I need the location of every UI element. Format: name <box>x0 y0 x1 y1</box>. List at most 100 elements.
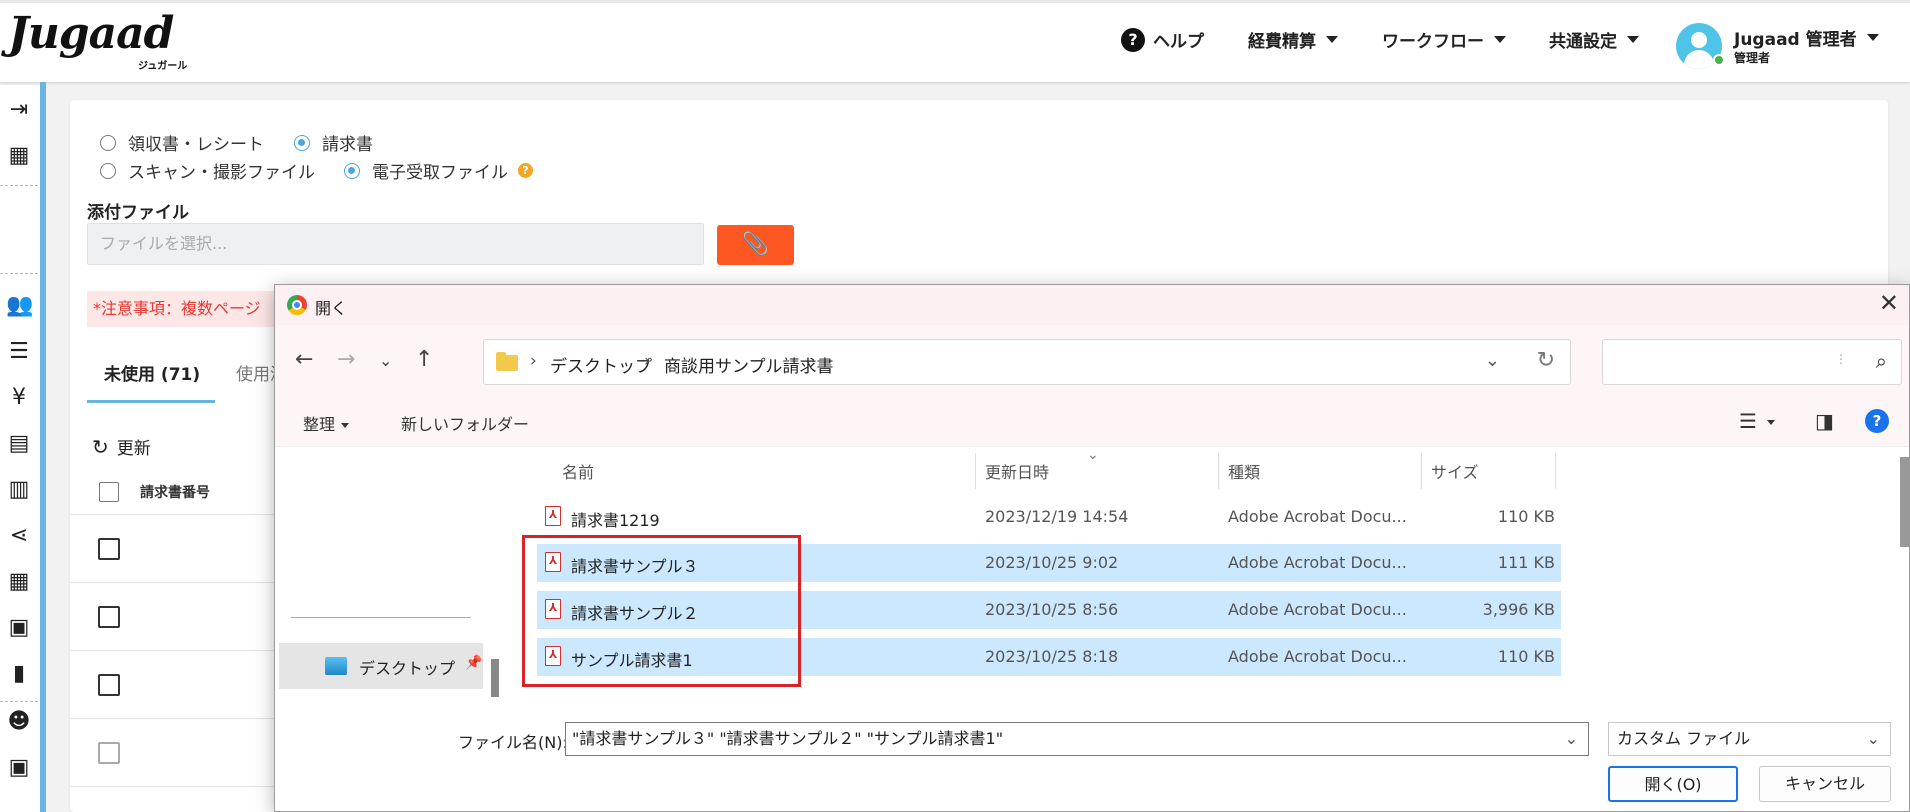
row-checkbox[interactable] <box>98 538 120 560</box>
support-icon[interactable]: ☻ <box>6 709 32 735</box>
column-size[interactable]: サイズ <box>1431 459 1479 483</box>
search-input[interactable]: ⋮ ⌕ <box>1602 339 1902 385</box>
wallet-icon[interactable]: ▣ <box>6 755 32 781</box>
filetype-select[interactable]: カスタム ファイル ⌄ <box>1608 722 1891 756</box>
radio-button[interactable] <box>100 162 116 179</box>
sidebar-divider <box>0 185 38 186</box>
column-separator[interactable] <box>1555 453 1556 489</box>
nav-expense[interactable]: 経費精算 <box>1248 27 1338 52</box>
file-input[interactable]: ファイルを選択... <box>87 223 704 265</box>
column-separator[interactable] <box>975 453 976 489</box>
breadcrumb-folder[interactable]: 商談用サンプル請求書 <box>664 352 834 377</box>
table-icon[interactable]: ▦ <box>6 569 32 595</box>
file-date: 2023/10/25 8:56 <box>985 600 1119 619</box>
back-arrow-icon[interactable]: ← <box>295 347 313 372</box>
more-icon: ⋮ <box>1835 352 1847 366</box>
menu-toggle-icon[interactable]: ⇥ <box>6 97 32 123</box>
document-icon[interactable]: ▥ <box>6 477 32 503</box>
file-type: Adobe Acrobat Docu... <box>1228 600 1407 619</box>
building-icon[interactable]: ▦ <box>6 143 32 169</box>
yen-icon[interactable]: ¥ <box>6 385 32 411</box>
view-options-icon[interactable]: ☰ <box>1739 409 1775 433</box>
refresh-icon[interactable]: ↻ <box>1537 348 1555 373</box>
refresh-button[interactable]: ↻ 更新 <box>92 434 151 460</box>
sidebar-divider <box>0 273 38 274</box>
cancel-button[interactable]: キャンセル <box>1759 766 1891 802</box>
row-divider <box>70 786 275 787</box>
radio-button-selected[interactable] <box>344 162 360 179</box>
book-icon[interactable]: ▣ <box>6 615 32 641</box>
logo-text: Jugaad <box>8 8 174 59</box>
column-type[interactable]: 種類 <box>1228 459 1260 483</box>
user-role: 管理者 <box>1734 51 1771 65</box>
pin-icon[interactable]: 📌 <box>465 655 482 671</box>
forward-arrow-icon[interactable]: → <box>337 347 355 372</box>
chevron-down-icon[interactable]: ⌄ <box>1565 723 1578 755</box>
folder-icon <box>496 352 518 371</box>
breadcrumb-desktop[interactable]: デスクトップ <box>550 352 652 377</box>
chevron-down-icon: ⌄ <box>1866 729 1880 748</box>
pdf-icon: ⅄ <box>545 506 561 526</box>
radio-scan[interactable]: スキャン・撮影ファイル <box>100 158 315 183</box>
file-type: Adobe Acrobat Docu... <box>1228 647 1407 666</box>
organize-label: 整理 <box>303 415 336 434</box>
column-date[interactable]: 更新日時 <box>985 459 1049 483</box>
file-list-scrollbar[interactable] <box>1900 457 1910 547</box>
column-separator[interactable] <box>1421 453 1422 489</box>
help-label: ヘルプ <box>1153 32 1204 52</box>
user-menu[interactable]: Jugaad 管理者 <box>1734 25 1879 50</box>
close-icon[interactable]: ✕ <box>1879 289 1899 317</box>
address-bar[interactable]: › デスクトップ › 商談用サンプル請求書 ⌄ ↻ <box>483 339 1571 385</box>
radio-electronic[interactable]: 電子受取ファイル ? <box>344 158 533 183</box>
file-date: 2023/12/19 14:54 <box>985 507 1129 526</box>
nav-pane-scrollbar[interactable] <box>491 659 499 697</box>
row-divider <box>70 514 275 515</box>
address-dropdown-icon[interactable]: ⌄ <box>1485 350 1500 371</box>
help-link[interactable]: ? ヘルプ <box>1121 27 1204 52</box>
file-size: 110 KB <box>1497 647 1555 666</box>
radio-button-selected[interactable] <box>294 134 310 151</box>
nav-common-settings[interactable]: 共通設定 <box>1549 27 1639 52</box>
column-invoice-no: 請求書番号 <box>140 485 210 501</box>
open-button[interactable]: 開く(O) <box>1608 766 1738 802</box>
file-icon[interactable]: ▮ <box>6 661 32 687</box>
file-row[interactable]: ⅄ 請求書1219 2023/12/19 14:54 Adobe Acrobat… <box>537 498 1561 536</box>
notice-banner: *注意事項：複数ページ <box>87 291 287 327</box>
column-name[interactable]: 名前 <box>562 459 594 483</box>
radio-button[interactable] <box>100 134 116 151</box>
nav-item-desktop[interactable]: デスクトップ 📌 <box>279 643 483 689</box>
new-folder-button[interactable]: 新しいフォルダー <box>401 411 529 435</box>
attach-button[interactable]: 📎 <box>717 225 794 265</box>
list-icon[interactable]: ☰ <box>6 339 32 365</box>
share-icon[interactable]: ⋖ <box>6 523 32 549</box>
row-checkbox[interactable] <box>98 742 120 764</box>
nav-workflow-label: ワークフロー <box>1382 32 1484 52</box>
help-icon[interactable]: ? <box>1865 409 1889 433</box>
filename-input[interactable]: "請求書サンプル３" "請求書サンプル２" "サンプル請求書1" ⌄ <box>565 722 1589 756</box>
sort-indicator-icon: ⌄ <box>1087 447 1099 463</box>
dialog-titlebar: 開く ✕ <box>275 285 1909 325</box>
up-arrow-icon[interactable]: ↑ <box>415 347 433 372</box>
file-name: 請求書1219 <box>571 511 660 530</box>
attach-label: 添付ファイル <box>87 203 189 223</box>
radio-invoice[interactable]: 請求書 <box>294 130 373 155</box>
recent-locations-icon[interactable]: ⌄ <box>379 351 392 370</box>
info-icon[interactable]: ? <box>518 163 533 178</box>
file-type: Adobe Acrobat Docu... <box>1228 553 1407 572</box>
dialog-title: 開く <box>315 299 348 318</box>
row-checkbox[interactable] <box>98 606 120 628</box>
users-icon[interactable]: 👥 <box>6 293 33 319</box>
radio-receipt[interactable]: 領収書・レシート <box>100 130 264 155</box>
column-separator[interactable] <box>1218 453 1219 489</box>
command-bar: 整理 新しいフォルダー ☰ ◨ ? <box>275 397 1909 447</box>
select-all-checkbox[interactable] <box>99 482 119 502</box>
nav-workflow[interactable]: ワークフロー <box>1382 27 1506 52</box>
receipt-icon[interactable]: ▤ <box>6 431 32 457</box>
organize-menu[interactable]: 整理 <box>303 411 350 435</box>
jugaad-logo[interactable]: Jugaad ジュガール <box>8 8 187 73</box>
sidebar-divider <box>0 701 38 702</box>
preview-pane-icon[interactable]: ◨ <box>1815 409 1834 433</box>
logo-subtext: ジュガール <box>138 61 188 72</box>
tab-unused[interactable]: 未使用 (71) <box>104 360 200 385</box>
row-checkbox[interactable] <box>98 674 120 696</box>
